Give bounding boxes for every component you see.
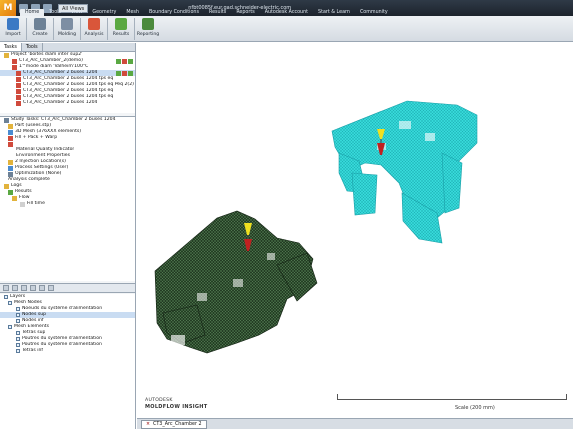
tree-node-icon bbox=[12, 58, 17, 64]
tree-node-icon bbox=[8, 141, 13, 147]
layer-checkbox[interactable] bbox=[16, 313, 20, 317]
part-bottom-mesh[interactable] bbox=[154, 210, 318, 354]
tree-node-icon bbox=[8, 123, 13, 129]
left-panel: Tasks Tools Project 'boites diam inter s… bbox=[0, 43, 136, 429]
tree-node-icon bbox=[4, 52, 9, 58]
import-icon bbox=[7, 18, 19, 30]
document-tab-strip: × CT3_Arc_Chamber 2 bbox=[137, 418, 573, 429]
status-badges bbox=[116, 70, 135, 76]
create-label: Create bbox=[32, 32, 48, 37]
layers-pane: Layers Mesh Nodes Noeuds du système d'alim… bbox=[0, 294, 135, 429]
status-badge-icon bbox=[116, 58, 121, 64]
reporting-button[interactable]: Reporting bbox=[137, 16, 159, 42]
molding-icon bbox=[61, 18, 73, 30]
model-viewport[interactable]: AUTODESK MOLDFLOW INSIGHT Scale (200 mm) bbox=[137, 43, 573, 418]
tree-node-icon bbox=[16, 82, 21, 88]
tree-node-icon bbox=[8, 135, 13, 141]
layer-checkbox[interactable] bbox=[8, 301, 12, 305]
tree-node-icon bbox=[8, 189, 13, 195]
study-tree-item[interactable]: Fill time bbox=[0, 201, 135, 207]
create-icon bbox=[34, 18, 46, 30]
status-badge-icon bbox=[122, 58, 127, 64]
status-badge-icon bbox=[128, 58, 133, 64]
tree-node-icon bbox=[4, 183, 9, 189]
layer-checkbox[interactable] bbox=[16, 319, 20, 323]
status-badges bbox=[116, 58, 135, 64]
activate-layer-icon[interactable] bbox=[21, 285, 27, 291]
document-tab[interactable]: × CT3_Arc_Chamber 2 bbox=[141, 420, 207, 429]
moldflow-insight-logo-text: MOLDFLOW INSIGHT bbox=[145, 404, 208, 410]
import-label: Import bbox=[5, 32, 21, 37]
ribbon: Import Create Molding Analysis Results Report… bbox=[0, 16, 573, 42]
ribbon-separator bbox=[107, 18, 108, 40]
results-label: Results bbox=[112, 32, 130, 37]
tree-node-icon bbox=[12, 64, 17, 70]
document-tab-label: CT3_Arc_Chamber 2 bbox=[153, 421, 202, 427]
ribbon-separator bbox=[26, 18, 27, 40]
results-button[interactable]: Results bbox=[110, 16, 132, 42]
tree-node-label: Tetras inf bbox=[22, 348, 44, 353]
layer-checkbox[interactable] bbox=[16, 307, 20, 311]
expand-layer-icon[interactable] bbox=[48, 285, 54, 291]
assign-layer-icon[interactable] bbox=[39, 285, 45, 291]
tree-node-icon bbox=[4, 117, 9, 123]
analysis-icon bbox=[88, 18, 100, 30]
tree-node-icon bbox=[8, 129, 13, 135]
layer-checkbox[interactable] bbox=[16, 349, 20, 353]
scale-bar bbox=[337, 394, 567, 400]
import-button[interactable]: Import bbox=[2, 16, 24, 42]
layer-checkbox[interactable] bbox=[8, 325, 12, 329]
tree-node-icon bbox=[16, 70, 21, 76]
tree-node-icon bbox=[8, 165, 13, 171]
molding-button[interactable]: Molding bbox=[56, 16, 78, 42]
autodesk-logo-text: AUTODESK bbox=[145, 398, 173, 403]
part-top-mesh[interactable] bbox=[331, 100, 478, 244]
tab-tools[interactable]: Tools bbox=[22, 43, 43, 51]
layer-item[interactable]: Tetras inf bbox=[0, 348, 135, 354]
task-tree: Project 'boites diam inter sup2' CT3_Arc_… bbox=[0, 52, 135, 113]
results-icon bbox=[115, 18, 127, 30]
create-button[interactable]: Create bbox=[29, 16, 51, 42]
tree-node-icon bbox=[16, 88, 21, 94]
tree-node-label: CT3_Arc_Chamber 2 buses 1204 bbox=[23, 100, 98, 105]
study-tree: Study Tasks: CT3_Arc_Chamber 2 buses 120… bbox=[0, 116, 135, 281]
tab-tasks[interactable]: Tasks bbox=[0, 43, 22, 51]
scale-label: Scale (200 mm) bbox=[455, 405, 495, 411]
tree-node-icon bbox=[12, 195, 17, 201]
tree-node-icon bbox=[16, 76, 21, 82]
molding-label: Molding bbox=[57, 32, 77, 37]
panel-tabs: Tasks Tools bbox=[0, 43, 135, 52]
new-layer-icon[interactable] bbox=[3, 285, 9, 291]
analysis-button[interactable]: Analysis bbox=[83, 16, 105, 42]
reporting-icon bbox=[142, 18, 154, 30]
layer-checkbox[interactable] bbox=[16, 337, 20, 341]
layer-toolbar bbox=[0, 283, 135, 293]
status-badge-icon bbox=[116, 70, 121, 76]
layer-checkbox[interactable] bbox=[16, 343, 20, 347]
layer-checkbox[interactable] bbox=[16, 331, 20, 335]
task-tree-item[interactable]: CT3_Arc_Chamber 2 buses 1204 bbox=[0, 100, 135, 106]
tree-node-icon bbox=[8, 171, 13, 177]
layer-properties-icon[interactable] bbox=[30, 285, 36, 291]
reporting-label: Reporting bbox=[136, 32, 160, 37]
tree-node-label: Fill + Pack + Warp bbox=[15, 135, 58, 140]
ribbon-separator bbox=[53, 18, 54, 40]
tree-node-icon bbox=[16, 100, 21, 106]
ribbon-separator bbox=[134, 18, 135, 40]
status-badge-icon bbox=[128, 70, 133, 76]
tree-node-icon bbox=[8, 159, 13, 165]
layer-checkbox[interactable] bbox=[4, 295, 8, 299]
status-badge-icon bbox=[122, 70, 127, 76]
analysis-label: Analysis bbox=[84, 32, 104, 37]
tree-node-icon bbox=[16, 94, 21, 100]
ribbon-separator bbox=[80, 18, 81, 40]
delete-layer-icon[interactable] bbox=[12, 285, 18, 291]
model-view[interactable] bbox=[137, 43, 573, 418]
close-icon[interactable]: × bbox=[146, 421, 150, 429]
tree-node-icon bbox=[20, 201, 25, 207]
tree-node-label: Fill time bbox=[27, 201, 45, 206]
